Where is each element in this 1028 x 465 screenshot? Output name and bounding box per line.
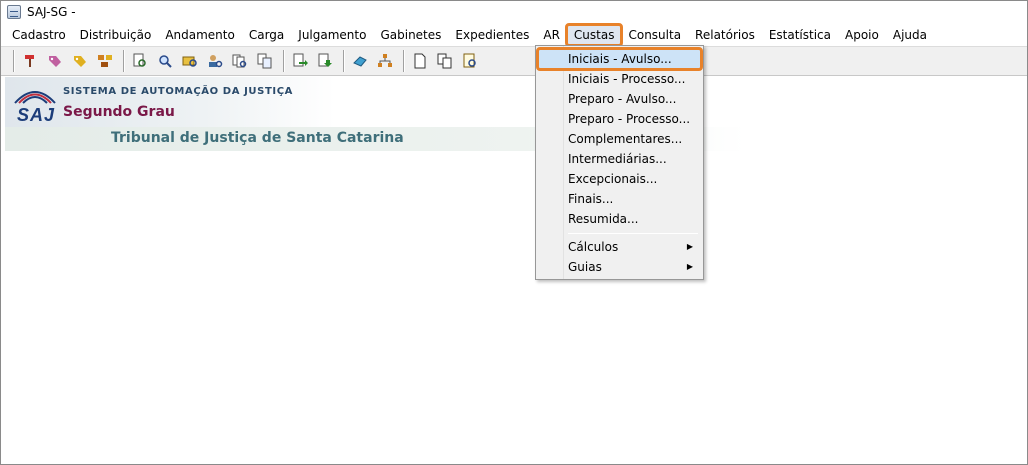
person-search-icon[interactable] xyxy=(204,50,226,72)
tribunal-name: Tribunal de Justiça de Santa Catarina xyxy=(111,130,404,146)
toolbar-separator xyxy=(283,50,285,72)
menu-item-preparo-processo[interactable]: Preparo - Processo... xyxy=(538,109,701,129)
menu-ar[interactable]: AR xyxy=(536,25,567,45)
submenu-arrow-icon: ▶ xyxy=(686,242,693,251)
custas-dropdown-menu: Iniciais - Avulso... Iniciais - Processo… xyxy=(535,45,704,280)
menu-ajuda[interactable]: Ajuda xyxy=(886,25,934,45)
menu-separator xyxy=(568,233,698,234)
menu-bar: Cadastro Distribuição Andamento Carga Ju… xyxy=(1,23,1027,47)
app-icon[interactable] xyxy=(7,5,21,19)
menu-item-resumida[interactable]: Resumida... xyxy=(538,209,701,229)
magnifier-icon[interactable] xyxy=(154,50,176,72)
grau-label: Segundo Grau xyxy=(63,104,175,120)
folder-search-icon[interactable] xyxy=(179,50,201,72)
copy-documents-icon[interactable] xyxy=(254,50,276,72)
saj-logo: SAJ xyxy=(11,81,59,125)
document-download-icon[interactable] xyxy=(314,50,336,72)
menu-consulta[interactable]: Consulta xyxy=(621,25,688,45)
toolbar-separator xyxy=(403,50,405,72)
eraser-icon[interactable] xyxy=(349,50,371,72)
app-window: SAJ-SG - Cadastro Distribuição Andamento… xyxy=(0,0,1028,465)
toolbar xyxy=(1,46,1027,76)
menu-estatistica[interactable]: Estatística xyxy=(762,25,838,45)
window-title: SAJ-SG - xyxy=(27,5,76,19)
toolbar-separator xyxy=(343,50,345,72)
menu-apoio[interactable]: Apoio xyxy=(838,25,886,45)
title-bar: SAJ-SG - xyxy=(1,1,1027,23)
submenu-arrow-icon: ▶ xyxy=(686,262,693,271)
saj-banner: SAJ SISTEMA DE AUTOMAÇÃO DA JUSTIÇA Segu… xyxy=(5,77,335,127)
menu-carga[interactable]: Carga xyxy=(242,25,291,45)
menu-gabinetes[interactable]: Gabinetes xyxy=(373,25,448,45)
menu-item-guias-label: Guias xyxy=(568,260,602,274)
yellow-tag-tool-icon[interactable] xyxy=(69,50,91,72)
toolbar-separator xyxy=(123,50,125,72)
pin-tool-icon[interactable] xyxy=(19,50,41,72)
tag-tool-icon[interactable] xyxy=(44,50,66,72)
duplicate-document-icon[interactable] xyxy=(434,50,456,72)
preview-document-icon[interactable] xyxy=(459,50,481,72)
hierarchy-icon[interactable] xyxy=(374,50,396,72)
document-search-icon[interactable] xyxy=(129,50,151,72)
saj-logo-text: SAJ xyxy=(17,105,56,125)
menu-item-excepcionais[interactable]: Excepcionais... xyxy=(538,169,701,189)
menu-item-complementares[interactable]: Complementares... xyxy=(538,129,701,149)
menu-item-calculos-label: Cálculos xyxy=(568,240,619,254)
menu-item-finais[interactable]: Finais... xyxy=(538,189,701,209)
new-document-icon[interactable] xyxy=(409,50,431,72)
menu-item-preparo-avulso[interactable]: Preparo - Avulso... xyxy=(538,89,701,109)
menu-relatorios[interactable]: Relatórios xyxy=(688,25,762,45)
menu-item-intermediarias[interactable]: Intermediárias... xyxy=(538,149,701,169)
menu-item-iniciais-processo[interactable]: Iniciais - Processo... xyxy=(538,69,701,89)
system-name: SISTEMA DE AUTOMAÇÃO DA JUSTIÇA xyxy=(63,86,293,97)
menu-item-calculos[interactable]: Cálculos ▶ xyxy=(538,237,701,257)
toolbar-separator xyxy=(13,50,15,72)
menu-item-guias[interactable]: Guias ▶ xyxy=(538,257,701,277)
menu-julgamento[interactable]: Julgamento xyxy=(291,25,373,45)
menu-distribuicao[interactable]: Distribuição xyxy=(73,25,159,45)
menu-cadastro[interactable]: Cadastro xyxy=(5,25,73,45)
saj-logo-arcs-icon xyxy=(14,91,56,104)
document-forward-icon[interactable] xyxy=(289,50,311,72)
documents-search-icon[interactable] xyxy=(229,50,251,72)
menu-expedientes[interactable]: Expedientes xyxy=(448,25,536,45)
menu-custas[interactable]: Custas xyxy=(564,23,624,47)
menu-andamento[interactable]: Andamento xyxy=(158,25,242,45)
menu-item-iniciais-avulso[interactable]: Iniciais - Avulso... xyxy=(536,47,703,71)
tags-group-icon[interactable] xyxy=(94,50,116,72)
